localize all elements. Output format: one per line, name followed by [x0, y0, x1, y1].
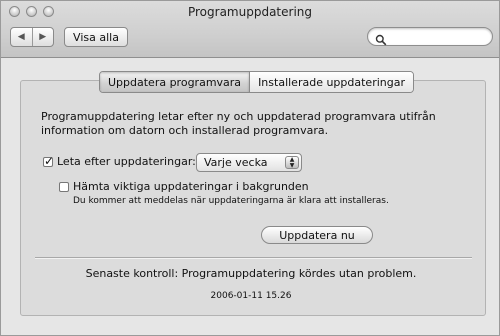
update-now-button[interactable]: Uppdatera nu — [261, 226, 373, 244]
popup-arrows-icon: ▲ ▼ — [285, 156, 299, 169]
tab-bar: Uppdatera programvara Installerade uppda… — [99, 71, 414, 93]
last-check-timestamp: 2006-01-11 15.26 — [210, 291, 292, 301]
divider-highlight — [35, 258, 472, 259]
download-note: Du kommer att meddelas när uppdateringar… — [73, 196, 389, 206]
tab-update-software[interactable]: Uppdatera programvara — [100, 72, 250, 92]
preferences-window: Programuppdatering ◀ ▶ Visa alla Uppdate… — [0, 0, 500, 336]
back-icon[interactable]: ◀ — [11, 28, 32, 46]
search-field[interactable] — [367, 27, 493, 46]
forward-icon[interactable]: ▶ — [31, 28, 54, 46]
description-text: Programuppdatering letar efter ny och up… — [41, 110, 436, 137]
show-all-button[interactable]: Visa alla — [64, 27, 128, 47]
window-title: Programuppdatering — [187, 5, 313, 19]
title-bar: Programuppdatering ◀ ▶ Visa alla — [1, 1, 499, 58]
frequency-value: Varje vecka — [204, 156, 268, 169]
download-background-checkbox[interactable] — [59, 182, 69, 192]
frequency-popup[interactable]: Varje vecka ▲ ▼ — [196, 153, 302, 172]
search-icon — [375, 31, 387, 50]
last-check-status: Senaste kontroll: Programuppdatering kör… — [85, 267, 417, 280]
back-forward-control: ◀ ▶ — [10, 27, 54, 47]
check-updates-label: Leta efter uppdateringar: — [57, 155, 196, 168]
tab-installed-updates[interactable]: Installerade uppdateringar — [249, 72, 413, 92]
download-background-label: Hämta viktiga uppdateringar i bakgrunden — [73, 180, 309, 193]
check-updates-checkbox[interactable] — [43, 154, 54, 168]
